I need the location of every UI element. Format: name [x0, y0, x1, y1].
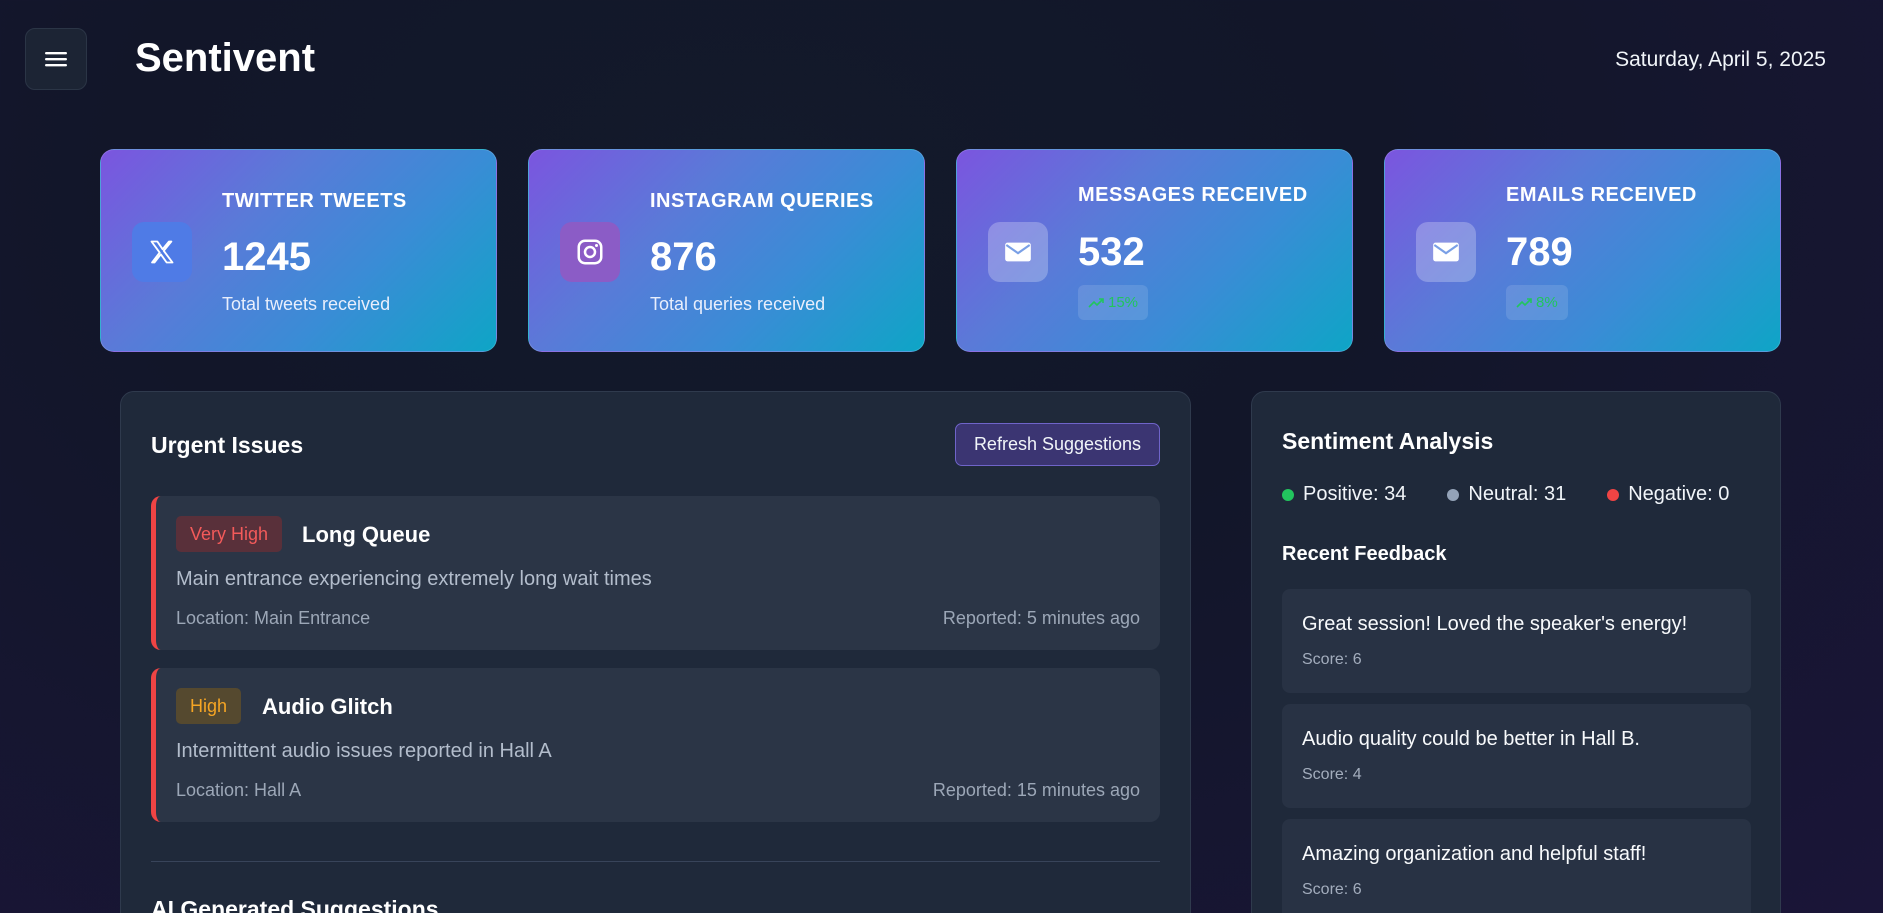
negative-count: Negative: 0 [1607, 483, 1729, 506]
recent-feedback-title: Recent Feedback [1282, 543, 1447, 565]
negative-count-label: Negative: 0 [1628, 483, 1730, 505]
mail-icon [1416, 222, 1476, 282]
feedback-text: Amazing organization and helpful staff! [1302, 843, 1647, 865]
feedback-text: Great session! Loved the speaker's energ… [1302, 613, 1688, 635]
issue-location: Location: Main Entrance [176, 608, 371, 628]
current-date: Saturday, April 5, 2025 [1615, 48, 1826, 71]
positive-count-label: Positive: 34 [1303, 483, 1407, 505]
positive-count: Positive: 34 [1282, 483, 1406, 506]
divider [151, 861, 1160, 862]
panel-title: Urgent Issues [151, 432, 304, 458]
stat-value: 789 [1506, 230, 1573, 274]
trend-badge: 8% [1506, 285, 1568, 320]
priority-badge: Very High [176, 516, 283, 552]
sentiment-counts: Positive: 34 Neutral: 31 Negative: 0 [1282, 483, 1729, 506]
app-title: Sentivent [135, 36, 316, 80]
issue-title: Audio Glitch [262, 694, 393, 719]
issue-description: Intermittent audio issues reported in Ha… [176, 740, 552, 762]
feedback-score: Score: 6 [1302, 881, 1362, 898]
ai-suggestions-title: AI Generated Suggestions [151, 896, 439, 913]
negative-dot-icon [1607, 488, 1620, 501]
sentiment-analysis-panel: Sentiment Analysis Positive: 34 Neutral:… [1251, 391, 1781, 913]
trend-value: 8% [1536, 294, 1558, 311]
feedback-score: Score: 6 [1302, 651, 1362, 668]
stat-card-twitter[interactable]: TWITTER TWEETS 1245 Total tweets receive… [100, 149, 497, 352]
neutral-count-label: Neutral: 31 [1468, 483, 1567, 505]
mail-icon [988, 222, 1048, 282]
stat-card-emails[interactable]: EMAILS RECEIVED 789 8% [1384, 149, 1781, 352]
issue-reported-time: Reported: 5 minutes ago [942, 608, 1140, 628]
issue-description: Main entrance experiencing extremely lon… [176, 568, 652, 590]
stat-label: TWITTER TWEETS [222, 190, 407, 212]
trending-up-icon [1516, 297, 1532, 308]
trending-up-icon [1088, 297, 1104, 308]
priority-badge: High [176, 688, 242, 724]
issue-card[interactable]: Very High Long Queue Main entrance exper… [151, 496, 1160, 650]
stat-subtitle: Total tweets received [222, 294, 391, 314]
refresh-suggestions-button[interactable]: Refresh Suggestions [955, 423, 1160, 466]
feedback-item[interactable]: Amazing organization and helpful staff! … [1282, 819, 1751, 913]
trend-badge: 15% [1078, 285, 1149, 320]
stat-subtitle: Total queries received [650, 294, 826, 314]
feedback-text: Audio quality could be better in Hall B. [1302, 728, 1640, 750]
stat-card-messages[interactable]: MESSAGES RECEIVED 532 15% [956, 149, 1353, 352]
trend-value: 15% [1108, 294, 1139, 311]
x-logo-icon [132, 222, 192, 282]
instagram-icon [560, 222, 620, 282]
feedback-item[interactable]: Great session! Loved the speaker's energ… [1282, 589, 1751, 693]
hamburger-icon [45, 52, 67, 67]
issue-location: Location: Hall A [176, 780, 302, 800]
stat-label: INSTAGRAM QUERIES [650, 190, 874, 212]
neutral-dot-icon [1447, 488, 1460, 501]
feedback-score: Score: 4 [1302, 766, 1362, 783]
stat-card-instagram[interactable]: INSTAGRAM QUERIES 876 Total queries rece… [528, 149, 925, 352]
positive-dot-icon [1282, 488, 1294, 501]
urgent-issues-panel: Urgent Issues Refresh Suggestions Very H… [120, 391, 1191, 913]
stat-value: 1245 [222, 235, 311, 279]
issue-title: Long Queue [302, 522, 431, 547]
issue-reported-time: Reported: 15 minutes ago [932, 780, 1140, 800]
panel-title: Sentiment Analysis [1282, 428, 1494, 454]
stats-row: TWITTER TWEETS 1245 Total tweets receive… [100, 149, 1781, 352]
stat-label: EMAILS RECEIVED [1506, 184, 1697, 206]
menu-button[interactable] [25, 28, 87, 90]
stat-value: 532 [1078, 230, 1145, 274]
feedback-item[interactable]: Audio quality could be better in Hall B.… [1282, 704, 1751, 808]
issue-card[interactable]: High Audio Glitch Intermittent audio iss… [151, 668, 1160, 822]
neutral-count: Neutral: 31 [1447, 483, 1566, 506]
stat-label: MESSAGES RECEIVED [1078, 184, 1308, 206]
stat-value: 876 [650, 235, 717, 279]
